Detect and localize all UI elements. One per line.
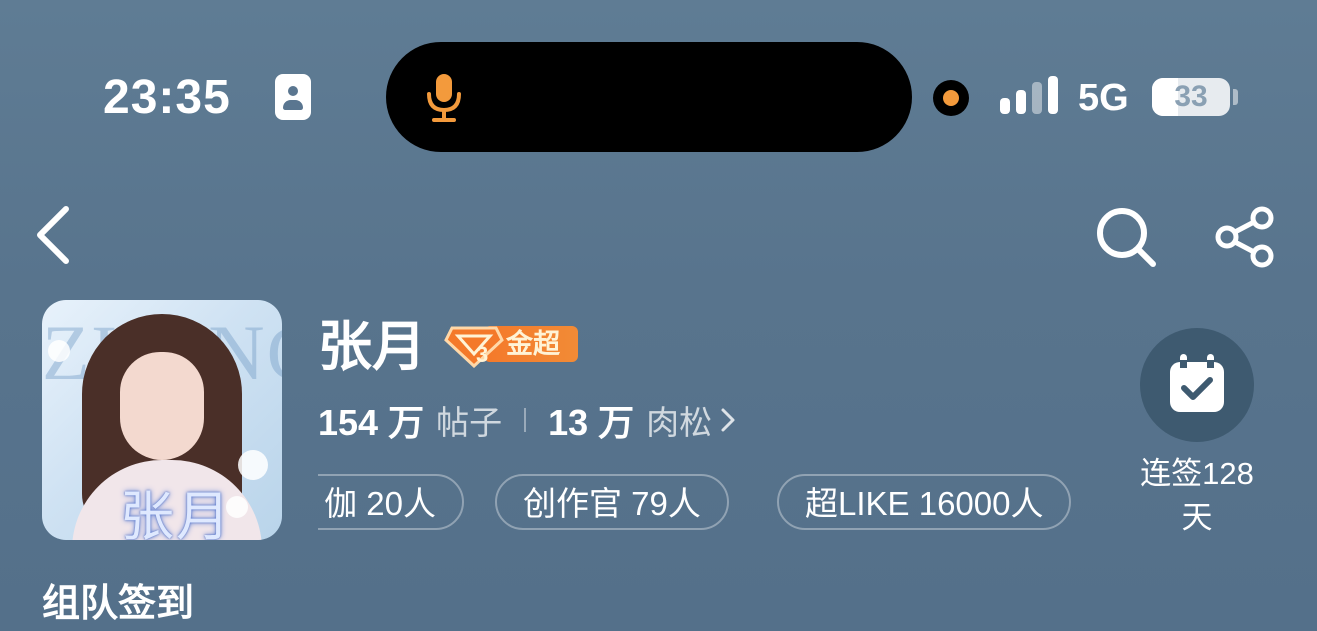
diamond-level-icon: 3	[444, 326, 504, 368]
signal-strength-icon	[1000, 76, 1058, 114]
stats-divider	[524, 408, 527, 432]
chevron-right-icon	[721, 408, 735, 432]
posts-count: 154 万	[318, 402, 425, 443]
badge-label: 金超	[506, 329, 560, 359]
battery-tip	[1233, 89, 1238, 105]
microphone-icon	[427, 74, 461, 122]
posts-label: 帖子	[436, 404, 503, 441]
member-chips: 伽 20人 创作官 79人 超LIKE 16000人	[318, 472, 1098, 534]
dynamic-island	[386, 42, 912, 152]
calendar-check-icon	[1170, 354, 1224, 412]
points-count: 13 万	[548, 402, 635, 443]
checkin-streak-label: 连签128天	[1140, 456, 1254, 535]
checkin-button[interactable]	[1140, 328, 1254, 442]
back-button[interactable]	[32, 205, 76, 265]
battery-level: 33	[1174, 80, 1208, 113]
chip-super-like[interactable]: 超LIKE 16000人	[777, 474, 1072, 530]
chip-creator[interactable]: 创作官 79人	[495, 474, 729, 530]
gold-super-badge[interactable]: 金超 3	[444, 320, 578, 368]
team-checkin-heading: 组队签到	[42, 583, 195, 625]
svg-text:3: 3	[476, 342, 488, 367]
id-card-icon	[275, 74, 311, 120]
network-type: 5G	[1078, 77, 1129, 119]
community-stats[interactable]: 154 万 帖子 13 万 肉松	[318, 396, 736, 444]
search-button[interactable]	[1095, 206, 1157, 268]
chip-member-join[interactable]: 伽 20人	[318, 474, 464, 530]
status-time: 23:35	[103, 71, 231, 124]
avatar-name-text: 张月	[120, 487, 232, 540]
page-title: 张月	[318, 317, 426, 377]
recording-indicator-icon	[933, 80, 969, 116]
points-label: 肉松	[646, 404, 713, 441]
share-button[interactable]	[1214, 206, 1276, 268]
battery-icon: 33	[1152, 78, 1230, 116]
community-avatar[interactable]: ZHANG 张月	[42, 300, 282, 540]
